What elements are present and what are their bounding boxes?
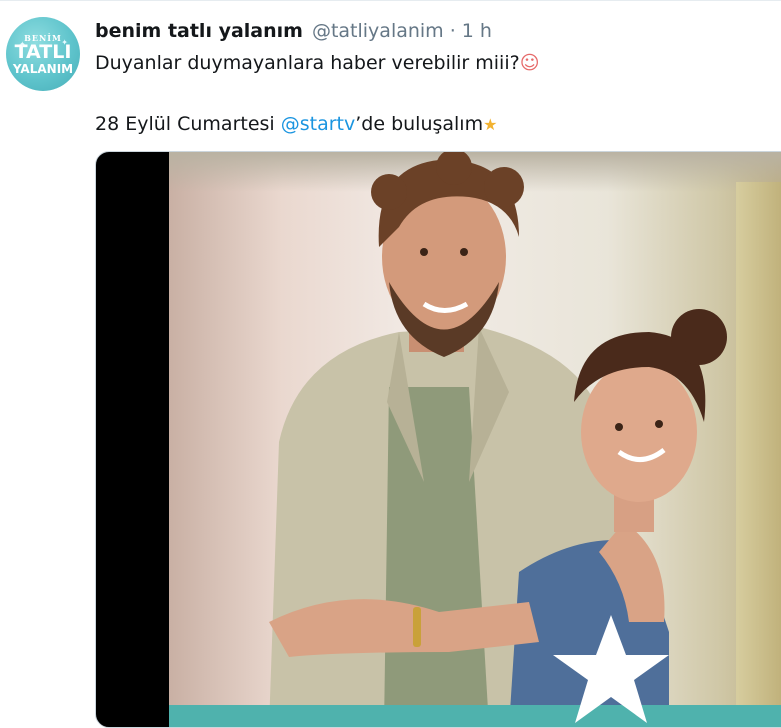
sparkle-icon: ✦	[61, 38, 68, 47]
tweet-header: benim tatlı yalanım @tatliyalanim · 1 h	[95, 20, 492, 46]
sparkle-icon: ✦	[19, 40, 26, 49]
smiling-face-emoji-icon: ☺	[519, 52, 540, 74]
user-handle[interactable]: @tatliyalanim	[312, 20, 444, 42]
tweet-text: Duyanlar duymayanlara haber verebilir mi…	[95, 52, 520, 74]
mention-link[interactable]: @startv	[281, 113, 356, 135]
white-star-icon	[553, 615, 669, 723]
tweet-timestamp[interactable]: 1 h	[462, 20, 492, 42]
logo-bar	[169, 705, 781, 727]
tweet-text: 28 Eylül Cumartesi	[95, 113, 281, 135]
couple-photo-illustration	[269, 152, 727, 727]
tweet-text-line-1: Duyanlar duymayanlara haber verebilir mi…	[95, 52, 540, 74]
separator-dot: ·	[449, 20, 456, 42]
timeline-divider	[0, 0, 781, 1]
tweet-media-photo[interactable]	[95, 151, 781, 728]
tweet-text: ’de buluşalım	[355, 113, 484, 135]
avatar-logo-text: YALANIM	[12, 61, 74, 76]
avatar[interactable]: ✦ ✦ BENİM TATLI YALANIM	[6, 17, 80, 91]
display-name[interactable]: benim tatlı yalanım	[95, 20, 303, 42]
tweet-text-line-2: 28 Eylül Cumartesi @startv’de buluşalım★	[95, 113, 497, 135]
dizzy-star-emoji-icon: ★	[483, 115, 498, 134]
